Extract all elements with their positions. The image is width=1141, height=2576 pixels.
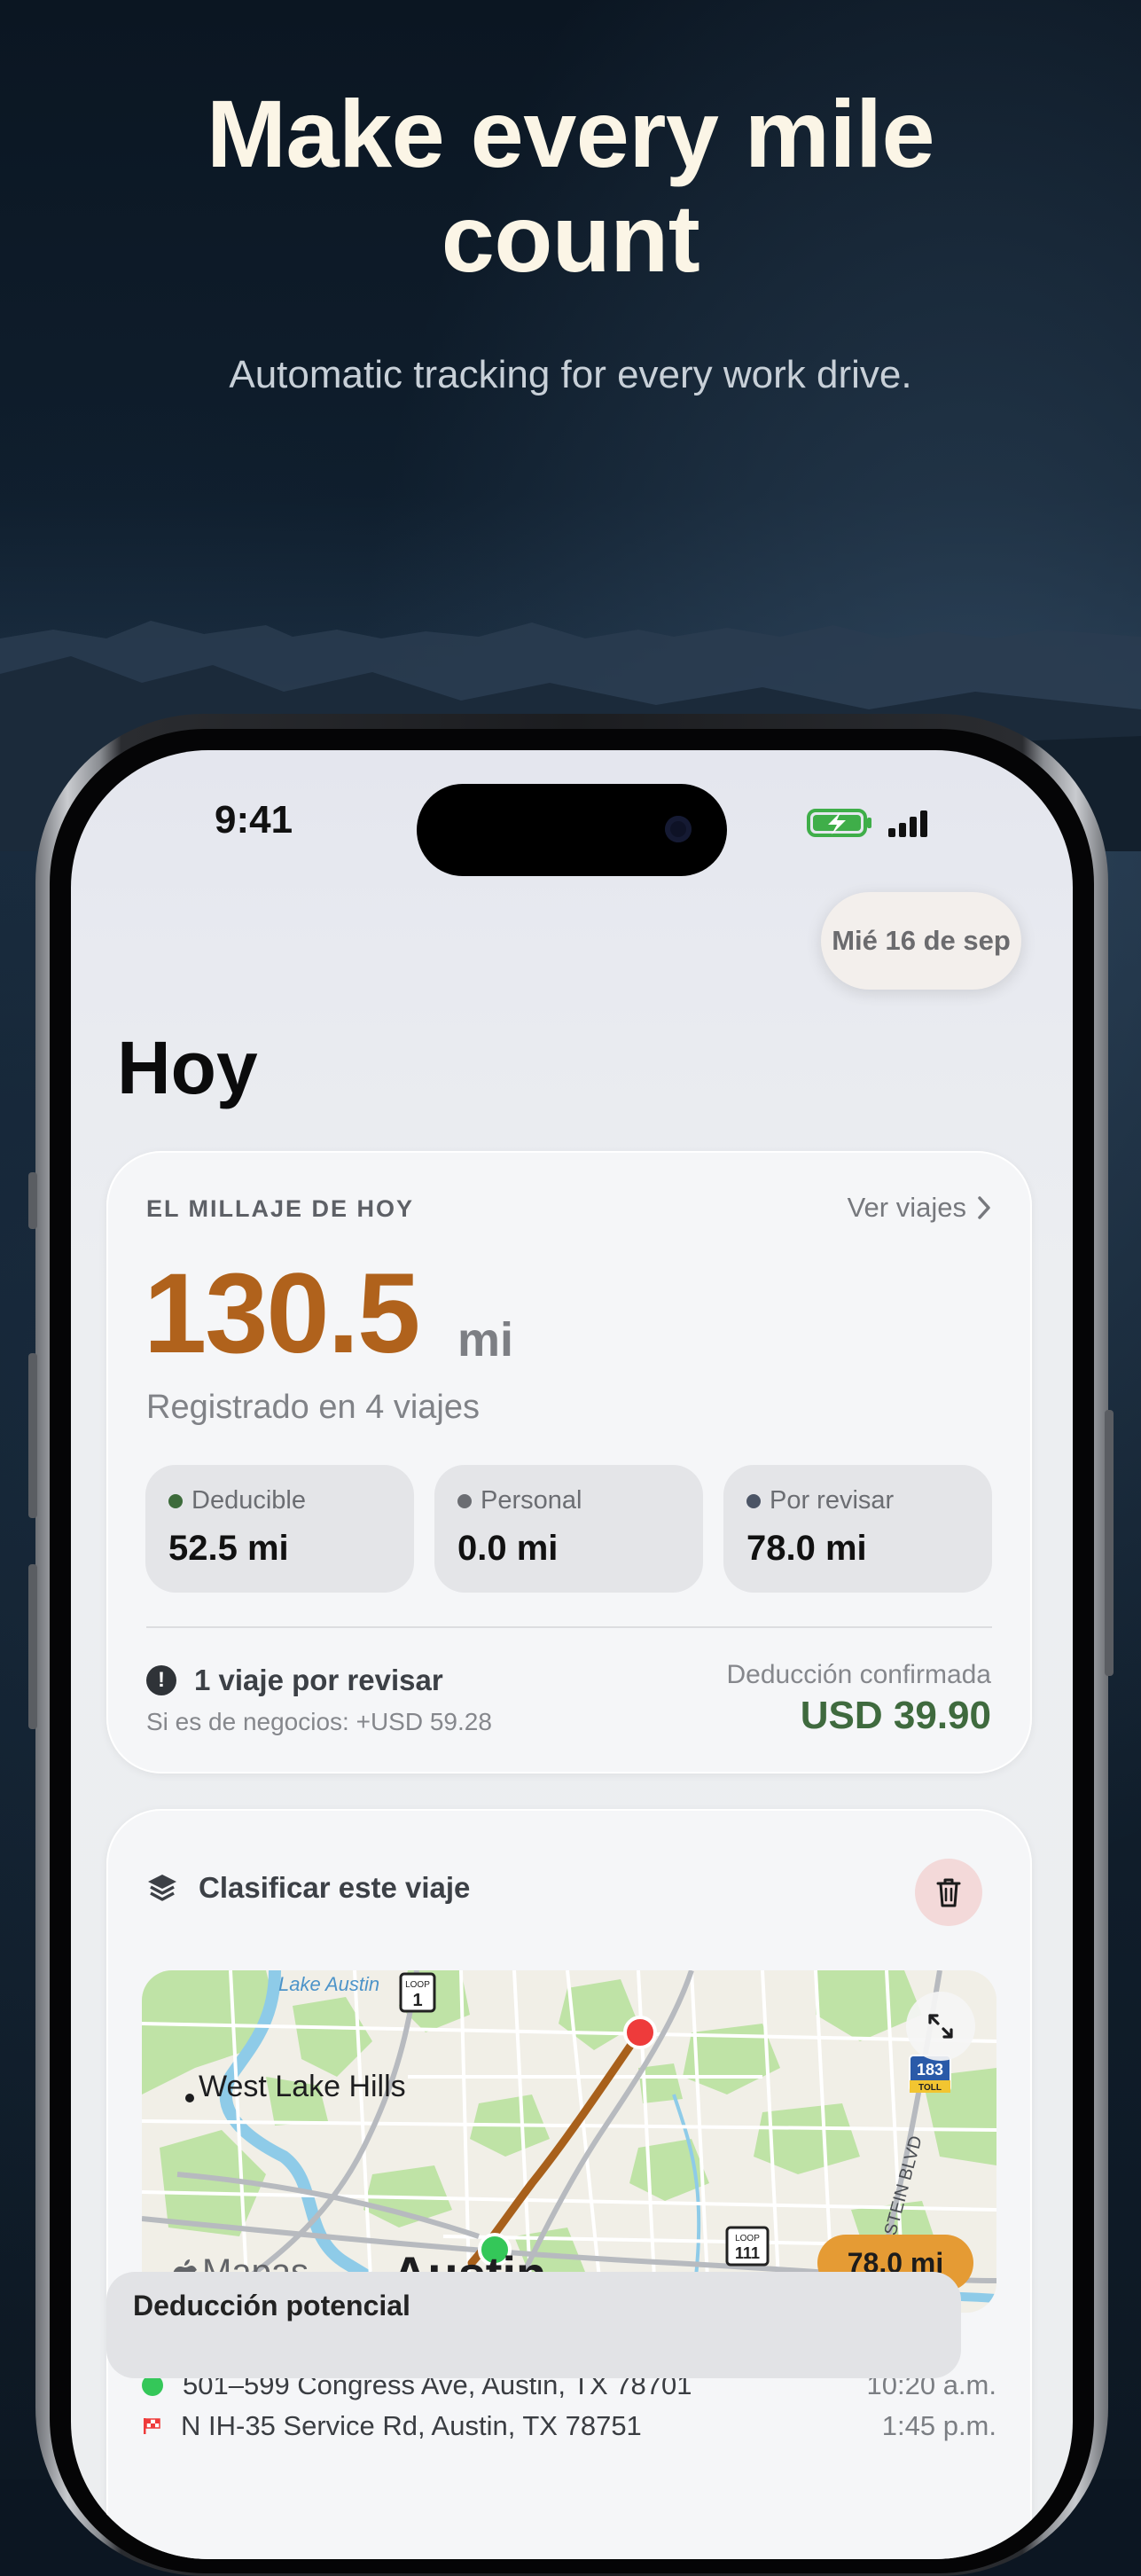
trip-map[interactable]: LOOP 1 LOOP 111 183 TOLL STEIN BLVD Lake… (142, 1970, 996, 2313)
area-label: West Lake Hills (199, 2070, 406, 2103)
end-address: N IH-35 Service Rd, Austin, TX 78751 (181, 2410, 642, 2441)
trips-count-subtitle: Registrado en 4 viajes (146, 1389, 480, 1426)
svg-text:TOLL: TOLL (918, 2083, 942, 2093)
review-subtitle: Si es de negocios: +USD 59.28 (146, 1708, 492, 1735)
deductible-dot (168, 1493, 183, 1508)
divider (146, 1626, 992, 1628)
confirmed-deduction-label: Deducción confirmada (726, 1660, 992, 1689)
total-miles-value: 130.5 (144, 1250, 420, 1377)
trip-end-row: N IH-35 Service Rd, Austin, TX 78751 1:4… (142, 2410, 996, 2442)
expand-map-button[interactable] (906, 1992, 975, 2061)
view-trips-label: Ver viajes (847, 1192, 966, 1223)
loop-111-shield: LOOP 111 (725, 2226, 770, 2267)
date-button[interactable]: Mié 16 de sep (821, 892, 1021, 990)
review-title: 1 viaje por revisar (194, 1664, 443, 1696)
svg-text:183: 183 (917, 2061, 943, 2079)
battery-charging-icon (807, 809, 871, 837)
stat-value: 52.5 mi (168, 1529, 289, 1568)
status-icons (807, 809, 927, 837)
stat-label: Deducible (191, 1486, 306, 1515)
lake-label: Lake Austin (278, 1973, 380, 1995)
front-camera (665, 816, 692, 842)
classify-title: Clasificar este viaje (199, 1871, 471, 1904)
status-time: 9:41 (215, 798, 293, 842)
svg-text:111: 111 (735, 2244, 760, 2262)
page-title: Hoy (117, 1026, 258, 1109)
stat-label: Personal (481, 1486, 582, 1515)
stat-label: Por revisar (770, 1486, 895, 1515)
power-button (1105, 1410, 1114, 1676)
dynamic-island (417, 784, 727, 876)
183-toll-shield: 183 TOLL (909, 2055, 951, 2093)
headline-line-2: count (441, 184, 700, 292)
confirmed-deduction-value: USD 39.90 (800, 1694, 991, 1737)
todays-mileage-card: EL MILLAJE DE HOY Ver viajes 130.5 mi Re… (106, 1151, 1032, 1773)
stat-to-review[interactable]: Por revisar 78.0 mi (723, 1465, 992, 1593)
svg-text:1: 1 (412, 1991, 422, 2010)
volume-up-button (28, 1353, 37, 1518)
potential-deduction-section: Deducción potencial (106, 2272, 961, 2378)
volume-down-button (28, 1564, 37, 1729)
classify-trip-card: Clasificar este viaje LOOP 1 LOOP 111 18… (106, 1809, 1032, 2559)
trips-to-review[interactable]: ! 1 viaje por revisar (146, 1664, 443, 1697)
signal-bars-icon (888, 810, 927, 837)
exclamation-icon: ! (146, 1665, 176, 1695)
delete-trip-button[interactable] (915, 1859, 982, 1926)
stat-personal[interactable]: Personal 0.0 mi (434, 1465, 703, 1593)
end-time: 1:45 p.m. (881, 2410, 996, 2441)
view-trips-link[interactable]: Ver viajes (848, 1192, 991, 1224)
stat-value: 0.0 mi (457, 1529, 559, 1568)
trash-icon (936, 1878, 961, 1907)
finish-flag-icon (144, 2418, 160, 2434)
svg-text:LOOP: LOOP (405, 1980, 430, 1990)
svg-text:LOOP: LOOP (735, 2234, 760, 2243)
expand-icon (928, 2014, 953, 2039)
personal-dot (457, 1493, 472, 1508)
stat-deductible[interactable]: Deducible 52.5 mi (145, 1465, 414, 1593)
loop-1-shield: LOOP 1 (399, 1972, 436, 2013)
potential-deduction-label: Deducción potencial (133, 2290, 410, 2322)
headline-line-1: Make every mile (206, 80, 935, 187)
subheadline: Automatic tracking for every work drive. (229, 353, 912, 396)
headline: Make every mile count (0, 82, 1141, 291)
card-label: EL MILLAJE DE HOY (146, 1195, 415, 1222)
chevron-right-icon (978, 1196, 990, 1219)
action-button (28, 1172, 37, 1229)
to-review-dot (746, 1493, 761, 1508)
layers-icon (148, 1875, 176, 1901)
total-miles-unit: mi (457, 1313, 514, 1366)
classify-header: Clasificar este viaje (145, 1871, 470, 1905)
phone-screen: 9:41 Mié 16 de sep Hoy EL MILLAJE DE HOY… (71, 750, 1073, 2559)
stat-value: 78.0 mi (746, 1529, 867, 1568)
